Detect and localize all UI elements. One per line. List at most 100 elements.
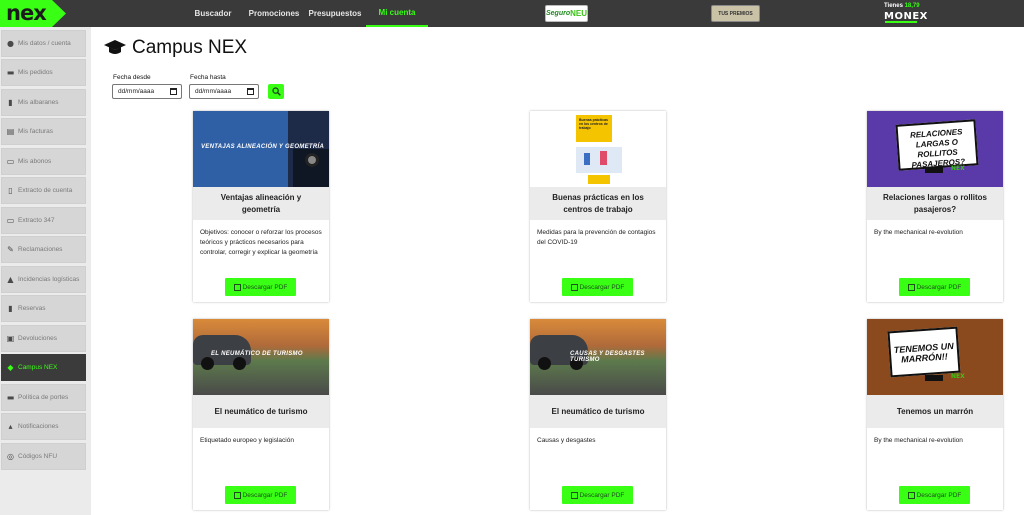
- card-description: Etiquetado europeo y legislación: [200, 437, 294, 444]
- nex-mini-logo: NEX: [951, 373, 965, 380]
- sidebar-item-label: Mis datos / cuenta: [18, 40, 71, 47]
- graduation-cap-icon: [104, 40, 126, 54]
- truck-icon: ▬: [6, 393, 15, 402]
- fecha-desde-input[interactable]: dd/mm/aaaa: [112, 84, 182, 99]
- document-icon: ▯: [8, 186, 13, 195]
- calendar-icon[interactable]: [170, 88, 177, 95]
- pdf-icon: [233, 283, 241, 291]
- sidebar-item-label: Mis pedidos: [18, 69, 53, 76]
- download-pdf-button[interactable]: Descargar PDF: [899, 486, 970, 504]
- button-label: Descargar PDF: [916, 283, 962, 291]
- fecha-desde-label: Fecha desde: [113, 74, 151, 81]
- sidebar-item-mis-abonos[interactable]: ▭ Mis abonos: [1, 148, 86, 175]
- pdf-icon: [570, 491, 578, 499]
- button-label: Descargar PDF: [242, 491, 288, 499]
- sidebar-item-reservas[interactable]: ▮ Reservas: [1, 295, 86, 322]
- search-icon: [271, 87, 281, 96]
- card-thumbnail: VENTAJAS ALINEACIÓN Y GEOMETRÍA: [193, 111, 329, 187]
- invoice-icon: ▤: [6, 127, 15, 136]
- nav-buscador[interactable]: Buscador: [188, 0, 238, 27]
- user-icon: ●: [7, 39, 14, 48]
- thumb-text: RELACIONES LARGAS O ROLLITOS PASAJEROS?: [895, 119, 979, 171]
- download-pdf-button[interactable]: Descargar PDF: [225, 486, 296, 504]
- card-description: Objetivos: conocer o reforzar los proces…: [200, 229, 322, 256]
- bell-icon: ▴: [8, 422, 13, 431]
- button-label: Descargar PDF: [579, 491, 625, 499]
- sidebar-item-label: Notificaciones: [18, 423, 59, 430]
- nav-mi-cuenta[interactable]: Mi cuenta: [366, 0, 428, 27]
- nav-presupuestos[interactable]: Presupuestos: [308, 0, 362, 27]
- nav-promociones[interactable]: Promociones: [249, 0, 300, 27]
- box-icon: ▣: [6, 334, 15, 343]
- monex-balance[interactable]: Tienes 18,79: [884, 3, 920, 9]
- download-pdf-button[interactable]: Descargar PDF: [225, 278, 296, 296]
- sidebar-item-label: Mis abonos: [18, 158, 52, 165]
- sidebar-item-label: Mis albaranes: [18, 99, 59, 106]
- course-card: Buenas prácticas en los centros de traba…: [530, 111, 666, 302]
- pencil-icon: ✎: [7, 245, 14, 254]
- course-card: RELACIONES LARGAS O ROLLITOS PASAJEROS? …: [867, 111, 1003, 302]
- sidebar-item-reclamaciones[interactable]: ✎ Reclamaciones: [1, 236, 86, 263]
- fecha-hasta-input[interactable]: dd/mm/aaaa: [189, 84, 259, 99]
- sidebar-item-mis-datos[interactable]: ● Mis datos / cuenta: [1, 30, 86, 57]
- card-title: Tenemos un marrón: [867, 395, 1003, 428]
- sidebar-item-incidencias[interactable]: ▲ Incidencias logísticas: [1, 266, 86, 293]
- sidebar-item-extracto-cuenta[interactable]: ▯ Extracto de cuenta: [1, 177, 86, 204]
- card-thumbnail: Buenas prácticas en los centros de traba…: [530, 111, 666, 187]
- sidebar-item-label: Reclamaciones: [18, 246, 63, 253]
- truck-icon: ▬: [6, 68, 15, 77]
- card-description: By the mechanical re-evolution: [874, 229, 963, 236]
- pdf-icon: [907, 491, 915, 499]
- card-thumbnail: CAUSAS Y DESGASTES TURISMO: [530, 319, 666, 395]
- card-title: El neumático de turismo: [193, 395, 329, 428]
- monitor-icon: ▭: [6, 157, 15, 166]
- sidebar-item-mis-albaranes[interactable]: ▮ Mis albaranes: [1, 89, 86, 116]
- sidebar-item-mis-facturas[interactable]: ▤ Mis facturas: [1, 118, 86, 145]
- logo-text: nex: [6, 1, 47, 25]
- button-label: Descargar PDF: [579, 283, 625, 291]
- sidebar-item-label: Política de portes: [18, 394, 69, 401]
- thumb-text: Buenas prácticas en los centros de traba…: [579, 118, 608, 130]
- sidebar: ● Mis datos / cuenta ▬ Mis pedidos ▮ Mis…: [0, 27, 91, 515]
- tus-premios-logo[interactable]: TUS PREMIOS: [711, 5, 760, 22]
- search-button[interactable]: [268, 84, 284, 99]
- tag-icon: ▭: [6, 216, 15, 225]
- seguro-text: Seguro: [546, 10, 571, 17]
- fecha-hasta-label: Fecha hasta: [190, 74, 226, 81]
- thumb-text: TENEMOS UN MARRÓN!!: [887, 326, 961, 378]
- pdf-icon: [907, 283, 915, 291]
- course-card: EL NEUMÁTICO DE TURISMO El neumático de …: [193, 319, 329, 510]
- card-title: Relaciones largas o rollitos pasajeros?: [867, 187, 1003, 220]
- sidebar-item-mis-pedidos[interactable]: ▬ Mis pedidos: [1, 59, 86, 86]
- card-title: Buenas prácticas en los centros de traba…: [530, 187, 666, 220]
- button-label: Descargar PDF: [242, 283, 288, 291]
- warning-icon: ▲: [7, 275, 14, 284]
- card-thumbnail: RELACIONES LARGAS O ROLLITOS PASAJEROS? …: [867, 111, 1003, 187]
- thumb-text: VENTAJAS ALINEACIÓN Y GEOMETRÍA: [201, 144, 325, 150]
- sidebar-item-label: Campus NEX: [18, 364, 58, 371]
- sidebar-item-label: Extracto de cuenta: [18, 187, 73, 194]
- card-title: Ventajas alineación y geometría: [193, 187, 329, 220]
- card-description: Medidas para la prevención de contagios …: [537, 229, 656, 246]
- sidebar-item-notificaciones[interactable]: ▴ Notificaciones: [1, 413, 86, 440]
- page-title: Campus NEX: [104, 37, 247, 59]
- neu-text: NEU: [570, 9, 588, 18]
- sidebar-item-label: Códigos NFU: [18, 453, 58, 460]
- sidebar-item-politica-portes[interactable]: ▬ Política de portes: [1, 384, 86, 411]
- card-thumbnail: EL NEUMÁTICO DE TURISMO: [193, 319, 329, 395]
- thumb-text: CAUSAS Y DESGASTES TURISMO: [570, 351, 645, 363]
- download-pdf-button[interactable]: Descargar PDF: [562, 278, 633, 296]
- download-pdf-button[interactable]: Descargar PDF: [899, 278, 970, 296]
- sidebar-item-campus-nex[interactable]: ◆ Campus NEX: [1, 354, 86, 381]
- button-label: Descargar PDF: [916, 491, 962, 499]
- download-pdf-button[interactable]: Descargar PDF: [562, 486, 633, 504]
- card-description: By the mechanical re-evolution: [874, 437, 963, 444]
- sidebar-item-extracto-347[interactable]: ▭ Extracto 347: [1, 207, 86, 234]
- sidebar-item-codigos-nfu[interactable]: ◎ Códigos NFU: [1, 443, 86, 470]
- bars-icon: ▮: [8, 98, 13, 107]
- calendar-icon[interactable]: [247, 88, 254, 95]
- sidebar-item-devoluciones[interactable]: ▣ Devoluciones: [1, 325, 86, 352]
- course-card: VENTAJAS ALINEACIÓN Y GEOMETRÍA Ventajas…: [193, 111, 329, 302]
- date-placeholder: dd/mm/aaaa: [195, 88, 232, 95]
- seguro-neu-logo[interactable]: Seguro NEU: [545, 5, 588, 22]
